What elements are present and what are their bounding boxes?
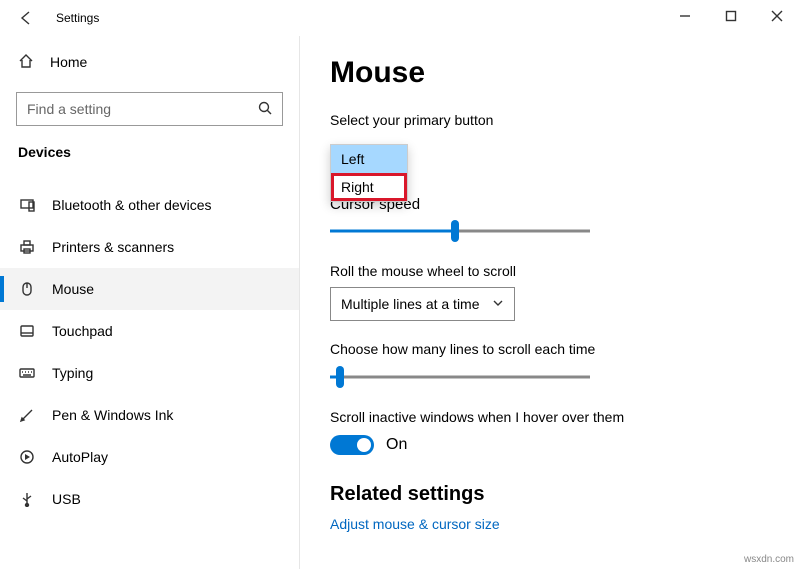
back-button[interactable] <box>14 6 38 30</box>
watermark: wsxdn.com <box>744 554 794 565</box>
usb-icon <box>18 491 36 507</box>
touchpad-icon <box>18 323 36 339</box>
sidebar-item-typing[interactable]: Typing <box>0 352 299 394</box>
section-heading: Devices <box>0 140 299 170</box>
sidebar-item-printers[interactable]: Printers & scanners <box>0 226 299 268</box>
sidebar-item-mouse[interactable]: Mouse <box>0 268 299 310</box>
roll-wheel-value: Multiple lines at a time <box>341 296 480 312</box>
sidebar-item-label: AutoPlay <box>52 449 108 465</box>
home-label: Home <box>50 54 87 70</box>
pen-icon <box>18 407 36 423</box>
roll-wheel-label: Roll the mouse wheel to scroll <box>330 263 770 279</box>
sidebar-item-label: USB <box>52 491 81 507</box>
sidebar-item-touchpad[interactable]: Touchpad <box>0 310 299 352</box>
page-title: Mouse <box>330 56 770 90</box>
search-input[interactable]: Find a setting <box>16 92 283 126</box>
search-icon <box>258 101 272 118</box>
scroll-inactive-toggle[interactable] <box>330 435 374 455</box>
sidebar-item-usb[interactable]: USB <box>0 478 299 520</box>
lines-scroll-slider[interactable] <box>330 365 590 389</box>
sidebar-item-autoplay[interactable]: AutoPlay <box>0 436 299 478</box>
sidebar-item-bluetooth[interactable]: Bluetooth & other devices <box>0 184 299 226</box>
devices-icon <box>18 197 36 213</box>
home-nav[interactable]: Home <box>0 42 299 82</box>
minimize-button[interactable] <box>662 0 708 32</box>
sidebar: Home Find a setting Devices Bluetooth & … <box>0 36 300 569</box>
adjust-mouse-link[interactable]: Adjust mouse & cursor size <box>330 516 500 532</box>
sidebar-item-pen[interactable]: Pen & Windows Ink <box>0 394 299 436</box>
primary-button-dropdown[interactable]: Left Right <box>330 144 408 202</box>
home-icon <box>18 53 34 72</box>
related-settings-heading: Related settings <box>330 483 770 506</box>
printer-icon <box>18 239 36 255</box>
window-title: Settings <box>56 11 99 25</box>
dropdown-option-left[interactable]: Left <box>331 145 407 173</box>
dropdown-option-right[interactable]: Right <box>331 173 407 201</box>
maximize-button[interactable] <box>708 0 754 32</box>
scroll-inactive-label: Scroll inactive windows when I hover ove… <box>330 409 770 425</box>
close-button[interactable] <box>754 0 800 32</box>
sidebar-item-label: Mouse <box>52 281 94 297</box>
primary-button-label: Select your primary button <box>330 112 770 128</box>
lines-scroll-label: Choose how many lines to scroll each tim… <box>330 341 770 357</box>
scroll-inactive-value: On <box>386 436 407 454</box>
sidebar-item-label: Pen & Windows Ink <box>52 407 173 423</box>
cursor-speed-slider[interactable] <box>330 219 590 243</box>
main-content: Mouse Select your primary button Left Ri… <box>300 36 800 569</box>
autoplay-icon <box>18 449 36 465</box>
chevron-down-icon <box>492 296 504 312</box>
search-placeholder: Find a setting <box>27 101 111 117</box>
sidebar-item-label: Bluetooth & other devices <box>52 197 212 213</box>
sidebar-item-label: Printers & scanners <box>52 239 174 255</box>
keyboard-icon <box>18 365 36 381</box>
mouse-icon <box>18 281 36 297</box>
roll-wheel-dropdown[interactable]: Multiple lines at a time <box>330 287 515 321</box>
sidebar-item-label: Touchpad <box>52 323 113 339</box>
sidebar-item-label: Typing <box>52 365 93 381</box>
